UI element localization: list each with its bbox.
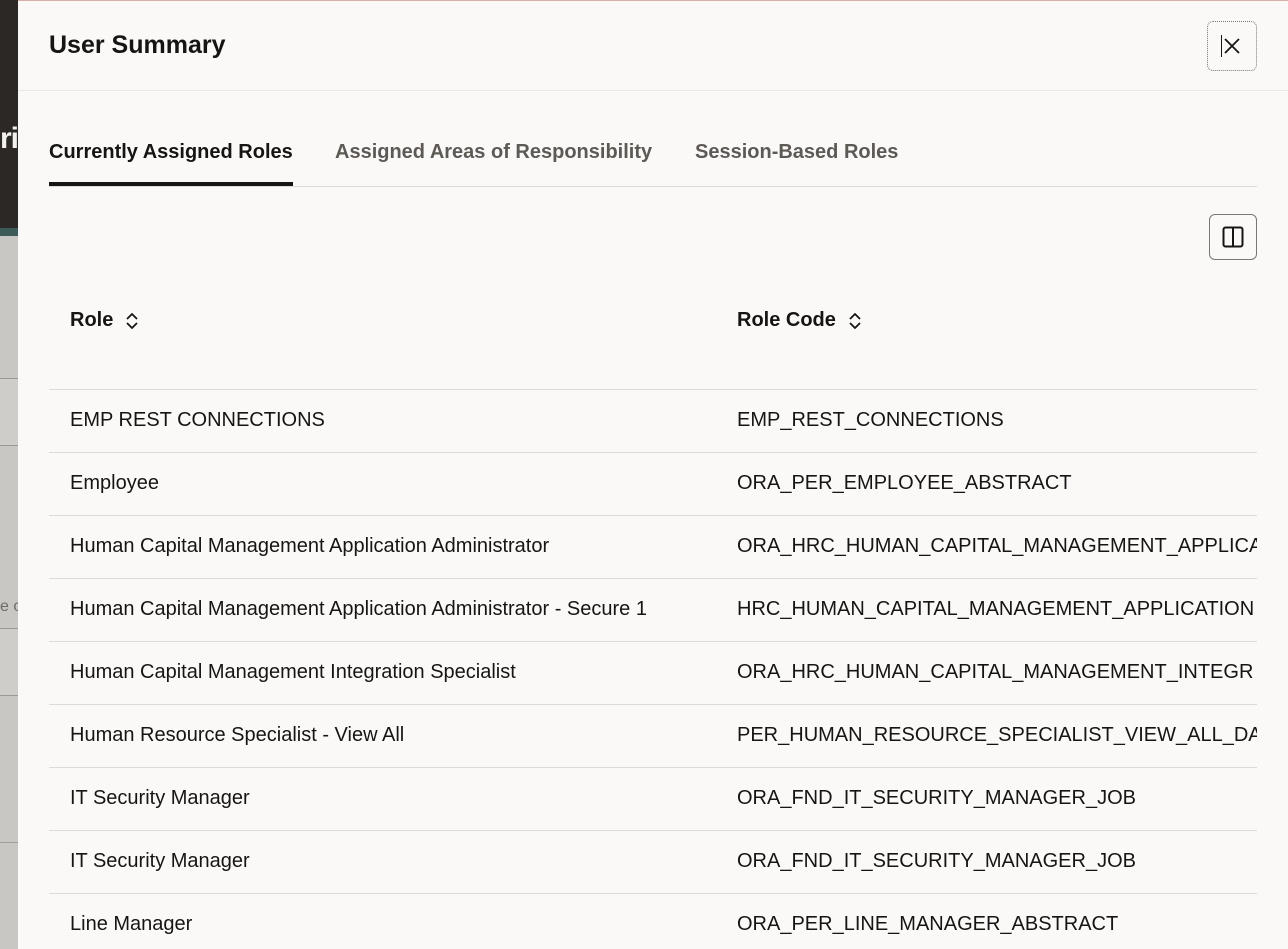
user-summary-drawer: User Summary Currently Assigned Roles As…: [18, 0, 1288, 949]
selected-tab-indicator: [49, 182, 293, 186]
role-cell: Human Capital Management Application Adm…: [70, 535, 550, 557]
role-code-cell: ORA_PER_LINE_MANAGER_ABSTRACT: [737, 913, 1119, 935]
tab-currently-assigned-roles[interactable]: Currently Assigned Roles: [49, 141, 293, 164]
table-header: Role Role Code: [49, 281, 1257, 390]
role-cell: Line Manager: [70, 913, 193, 935]
role-cell: Human Capital Management Integration Spe…: [70, 661, 516, 683]
table-row[interactable]: IT Security Manager ORA_FND_IT_SECURITY_…: [49, 768, 1257, 831]
role-code-cell: HRC_HUMAN_CAPITAL_MANAGEMENT_APPLICATION: [737, 598, 1255, 620]
role-code-cell: ORA_PER_EMPLOYEE_ABSTRACT: [737, 472, 1072, 494]
table-row[interactable]: Human Capital Management Application Adm…: [49, 516, 1257, 579]
table-row[interactable]: Line Manager ORA_PER_LINE_MANAGER_ABSTRA…: [49, 894, 1257, 949]
table-row[interactable]: IT Security Manager ORA_FND_IT_SECURITY_…: [49, 831, 1257, 894]
role-code-cell: PER_HUMAN_RESOURCE_SPECIALIST_VIEW_ALL_D…: [737, 724, 1257, 746]
tab-session-based-roles[interactable]: Session-Based Roles: [695, 141, 898, 164]
role-cell: Employee: [70, 472, 159, 494]
tab-assigned-areas-of-responsibility[interactable]: Assigned Areas of Responsibility: [335, 141, 652, 164]
role-cell: EMP REST CONNECTIONS: [70, 409, 325, 431]
close-icon: [1224, 38, 1240, 54]
role-cell: IT Security Manager: [70, 787, 250, 809]
role-cell: Human Capital Management Application Adm…: [70, 598, 647, 620]
background-title-fragment: ri: [0, 122, 19, 155]
role-code-cell: EMP_REST_CONNECTIONS: [737, 409, 1004, 431]
sort-icon[interactable]: [848, 311, 862, 331]
table-row[interactable]: Employee ORA_PER_EMPLOYEE_ABSTRACT: [49, 453, 1257, 516]
column-header-role-code[interactable]: Role Code: [737, 309, 862, 332]
role-cell: IT Security Manager: [70, 850, 250, 872]
text-cursor: [1221, 35, 1222, 57]
role-code-cell: ORA_HRC_HUMAN_CAPITAL_MANAGEMENT_INTEGR: [737, 661, 1254, 683]
role-code-cell: ORA_FND_IT_SECURITY_MANAGER_JOB: [737, 787, 1136, 809]
sort-icon[interactable]: [125, 311, 139, 331]
table-row[interactable]: Human Capital Management Integration Spe…: [49, 642, 1257, 705]
tab-bar: Currently Assigned Roles Assigned Areas …: [49, 123, 1257, 187]
table-row[interactable]: Human Resource Specialist - View All PER…: [49, 705, 1257, 768]
close-button[interactable]: [1207, 21, 1257, 71]
table-row[interactable]: Human Capital Management Application Adm…: [49, 579, 1257, 642]
columns-icon: [1222, 226, 1244, 248]
role-cell: Human Resource Specialist - View All: [70, 724, 405, 746]
roles-table: Role Role Code EMP REST CONNECTIONS EMP_…: [49, 281, 1257, 949]
drawer-title: User Summary: [49, 31, 226, 59]
column-header-label: Role Code: [737, 309, 836, 331]
role-code-cell: ORA_HRC_HUMAN_CAPITAL_MANAGEMENT_APPLICA: [737, 535, 1257, 557]
role-code-cell: ORA_FND_IT_SECURITY_MANAGER_JOB: [737, 850, 1136, 872]
column-header-role[interactable]: Role: [70, 309, 139, 332]
table-row[interactable]: EMP REST CONNECTIONS EMP_REST_CONNECTION…: [49, 390, 1257, 453]
drawer-header: User Summary: [18, 1, 1288, 91]
manage-columns-button[interactable]: [1209, 214, 1257, 260]
column-header-label: Role: [70, 309, 114, 331]
